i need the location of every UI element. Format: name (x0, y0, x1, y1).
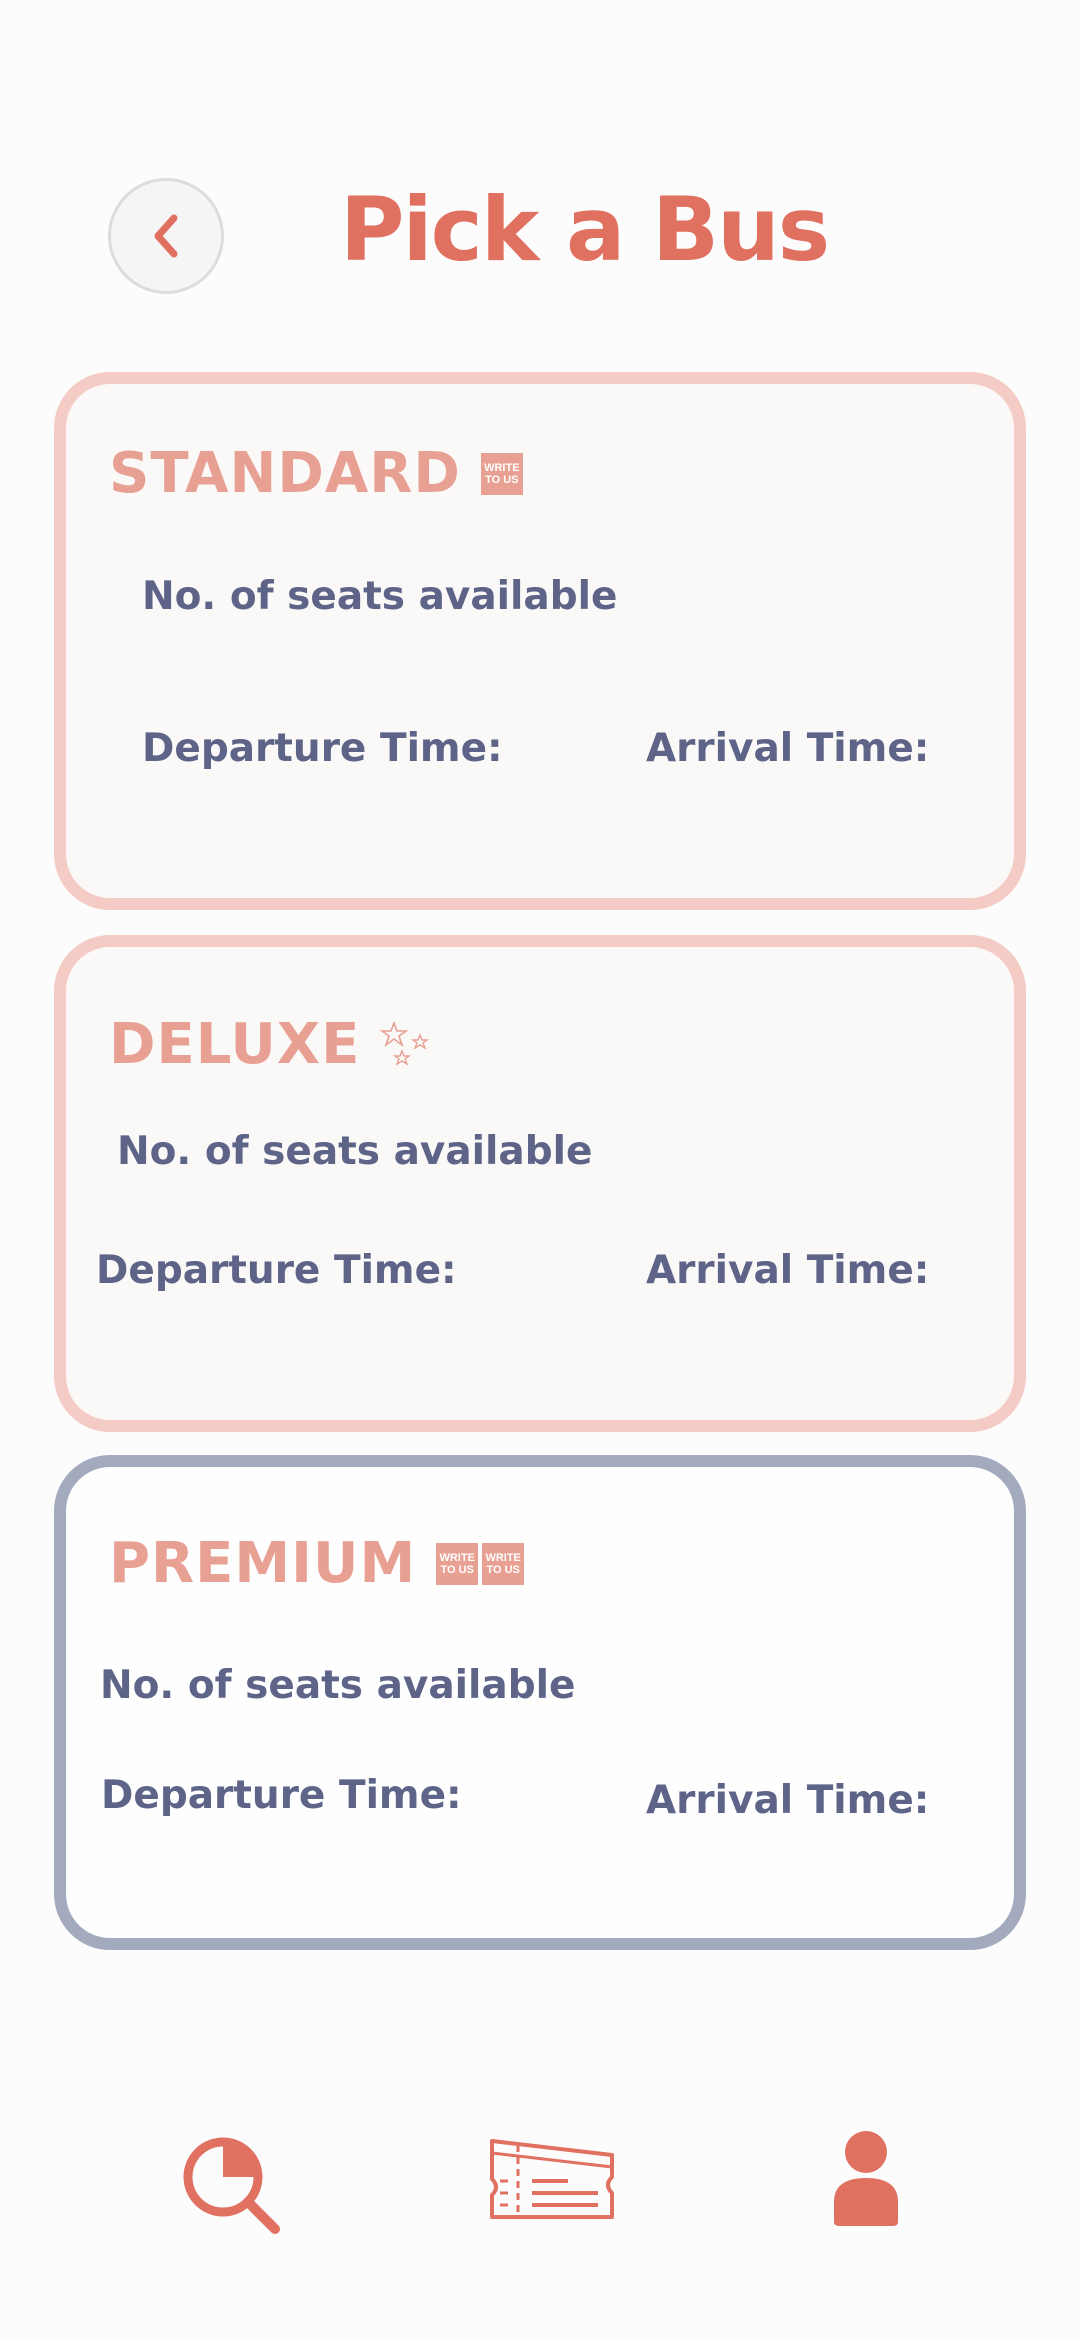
chevron-left-icon (154, 214, 178, 258)
write-to-us-icon: WRITE TO US (480, 453, 523, 495)
ticket-icon (490, 2139, 614, 2219)
write-to-us-icon: WRITE TO US (482, 1543, 525, 1585)
arrival-time-label: Arrival Time: (646, 1248, 930, 1293)
tier-heading: STANDARD WRITE TO US (109, 442, 523, 506)
departure-time-label: Departure Time: (96, 1248, 457, 1293)
nav-tickets-button[interactable] (488, 2130, 622, 2226)
departure-time-label: Departure Time: (142, 726, 503, 771)
nav-search-button[interactable] (176, 2130, 286, 2240)
bus-card-deluxe[interactable]: DELUXE No. of seats available Departure … (54, 935, 1026, 1432)
badge-group: WRITE TO US WRITE TO US (436, 1543, 525, 1585)
stars-icon (380, 1021, 430, 1066)
arrival-time-label: Arrival Time: (646, 726, 930, 771)
page-title: Pick a Bus (340, 178, 830, 281)
back-button[interactable] (108, 178, 224, 294)
badge-group: WRITE TO US (480, 453, 523, 495)
bus-card-standard[interactable]: STANDARD WRITE TO US No. of seats availab… (54, 372, 1026, 910)
arrival-time-label: Arrival Time: (646, 1778, 930, 1823)
departure-time-label: Departure Time: (101, 1773, 462, 1818)
bus-card-premium[interactable]: PREMIUM WRITE TO US WRITE TO US No. of sea… (54, 1455, 1026, 1950)
pick-a-bus-screen: Pick a Bus STANDARD WRITE TO US No. of se… (0, 0, 1080, 2340)
search-icon (183, 2137, 280, 2234)
seats-available-label: No. of seats available (117, 1129, 593, 1174)
seats-available-label: No. of seats available (100, 1663, 576, 1708)
tier-name: DELUXE (109, 1012, 361, 1077)
seats-available-label: No. of seats available (142, 574, 618, 619)
tier-heading: DELUXE (109, 1013, 432, 1077)
nav-profile-button[interactable] (828, 2130, 904, 2226)
user-profile-icon (834, 2131, 898, 2226)
tier-name: STANDARD (109, 441, 461, 506)
tier-name: PREMIUM (109, 1531, 417, 1596)
write-to-us-icon: WRITE TO US (436, 1543, 479, 1585)
tier-heading: PREMIUM WRITE TO US WRITE TO US (109, 1531, 525, 1596)
